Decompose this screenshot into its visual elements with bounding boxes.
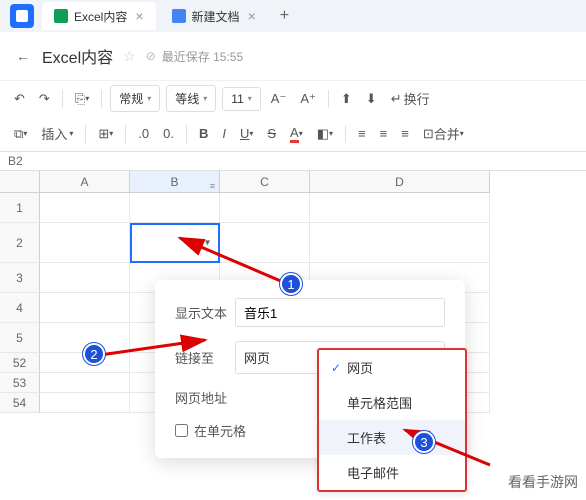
annotation-1: 1 (280, 273, 302, 295)
wrap-button[interactable]: ↵换行 (385, 85, 436, 112)
valign-bottom-button[interactable]: ⬇ (360, 87, 383, 111)
separator (125, 125, 126, 143)
align-right-button[interactable]: ≡ (395, 122, 415, 146)
arrow-1 (160, 230, 310, 310)
dropdown-item-cellrange[interactable]: 单元格范围 (319, 385, 465, 420)
row-header[interactable]: 3 (0, 263, 40, 293)
link-to-value: 网页 (244, 348, 270, 367)
save-status: 最近保存 15:55 (162, 48, 243, 65)
add-tab-button[interactable]: + (272, 3, 297, 29)
format-select[interactable]: 常规▾ (110, 85, 160, 112)
cell-ref-bar (0, 152, 586, 171)
cell-ref-input[interactable] (8, 154, 48, 168)
tab-label: Excel内容 (74, 8, 127, 25)
fill-color-button[interactable]: ◧▾ (311, 122, 339, 146)
separator (328, 90, 329, 108)
back-icon[interactable]: ← (16, 48, 30, 64)
separator (101, 90, 102, 108)
merge-button[interactable]: ⊡ 合并▾ (417, 120, 470, 147)
checkbox-label: 在单元格 (194, 421, 246, 440)
in-cell-checkbox[interactable] (175, 424, 188, 437)
row-header[interactable]: 53 (0, 373, 40, 393)
font-inc-button[interactable]: A⁺ (294, 87, 322, 111)
tab-excel[interactable]: Excel内容 × (42, 2, 156, 30)
col-header-b[interactable]: B≡ (130, 171, 220, 193)
valign-top-button[interactable]: ⬆ (335, 87, 358, 111)
format-painter-button[interactable]: ⎘▾ (69, 87, 95, 111)
annotation-2: 2 (83, 343, 105, 365)
row-header[interactable]: 54 (0, 393, 40, 413)
separator (345, 125, 346, 143)
toolbar-2: ⧉▾ 插入▾ ⊞▾ .0 0. B I U▾ S A▾ ◧▾ ≡ ≡ ≡ ⊡ 合… (0, 116, 586, 152)
tab-doc[interactable]: 新建文档 × (160, 2, 268, 30)
col-header-d[interactable]: D (310, 171, 490, 193)
bold-button[interactable]: B (193, 122, 214, 146)
separator (62, 90, 63, 108)
screenshot-button[interactable]: ⧉▾ (8, 122, 33, 146)
row-header[interactable]: 52 (0, 353, 40, 373)
arrow-2 (95, 310, 215, 365)
italic-button[interactable]: I (216, 122, 232, 146)
doc-icon (172, 9, 186, 23)
close-icon[interactable]: × (248, 8, 256, 24)
row-header[interactable]: 4 (0, 293, 40, 323)
cell[interactable] (40, 393, 130, 413)
url-label: 网页地址 (175, 388, 235, 407)
cell[interactable] (310, 193, 490, 223)
doc-title: Excel内容 (42, 44, 113, 68)
title-bar: ← Excel内容 ☆ ⊘ 最近保存 15:55 (0, 32, 586, 80)
border-style-select[interactable]: 等线▾ (166, 85, 216, 112)
tab-label: 新建文档 (192, 8, 240, 25)
star-icon[interactable]: ☆ (123, 48, 136, 65)
decimal-dec-button[interactable]: 0. (157, 122, 180, 146)
col-header-a[interactable]: A (40, 171, 130, 193)
row-1: 1 (0, 193, 586, 223)
cell[interactable] (130, 193, 220, 223)
cell[interactable] (310, 223, 490, 263)
row-header[interactable]: 5 (0, 323, 40, 353)
sheet-icon (54, 9, 68, 23)
cell[interactable] (40, 373, 130, 393)
cloud-icon: ⊘ (146, 49, 156, 63)
app-icon (10, 4, 34, 28)
separator (85, 125, 86, 143)
strike-button[interactable]: S (261, 122, 282, 146)
separator (186, 125, 187, 143)
row-header[interactable]: 2 (0, 223, 40, 263)
annotation-3: 3 (413, 431, 435, 453)
align-left-button[interactable]: ≡ (352, 122, 372, 146)
undo-button[interactable]: ↶ (8, 87, 31, 111)
dropdown-item-webpage[interactable]: 网页 (319, 350, 465, 385)
cell[interactable] (40, 223, 130, 263)
cell[interactable] (40, 263, 130, 293)
align-center-button[interactable]: ≡ (374, 122, 394, 146)
col-headers: A B≡ C D (0, 171, 586, 193)
border-button[interactable]: ⊞▾ (92, 122, 119, 146)
watermark: 看看手游网 (508, 472, 578, 492)
font-size-select[interactable]: 11▾ (222, 87, 260, 111)
cell[interactable] (220, 193, 310, 223)
redo-button[interactable]: ↷ (33, 87, 56, 111)
close-icon[interactable]: × (135, 8, 143, 24)
row-header[interactable]: 1 (0, 193, 40, 223)
font-dec-button[interactable]: A⁻ (265, 87, 293, 111)
font-color-button[interactable]: A▾ (284, 121, 309, 147)
col-header-c[interactable]: C (220, 171, 310, 193)
insert-button[interactable]: 插入▾ (35, 120, 79, 147)
cell[interactable] (40, 193, 130, 223)
underline-button[interactable]: U▾ (234, 122, 259, 146)
tab-bar: Excel内容 × 新建文档 × + (0, 0, 586, 32)
decimal-inc-button[interactable]: .0 (132, 122, 155, 146)
toolbar-1: ↶ ↷ ⎘▾ 常规▾ 等线▾ 11▾ A⁻ A⁺ ⬆ ⬇ ↵换行 (0, 80, 586, 116)
select-all-corner[interactable] (0, 171, 40, 193)
